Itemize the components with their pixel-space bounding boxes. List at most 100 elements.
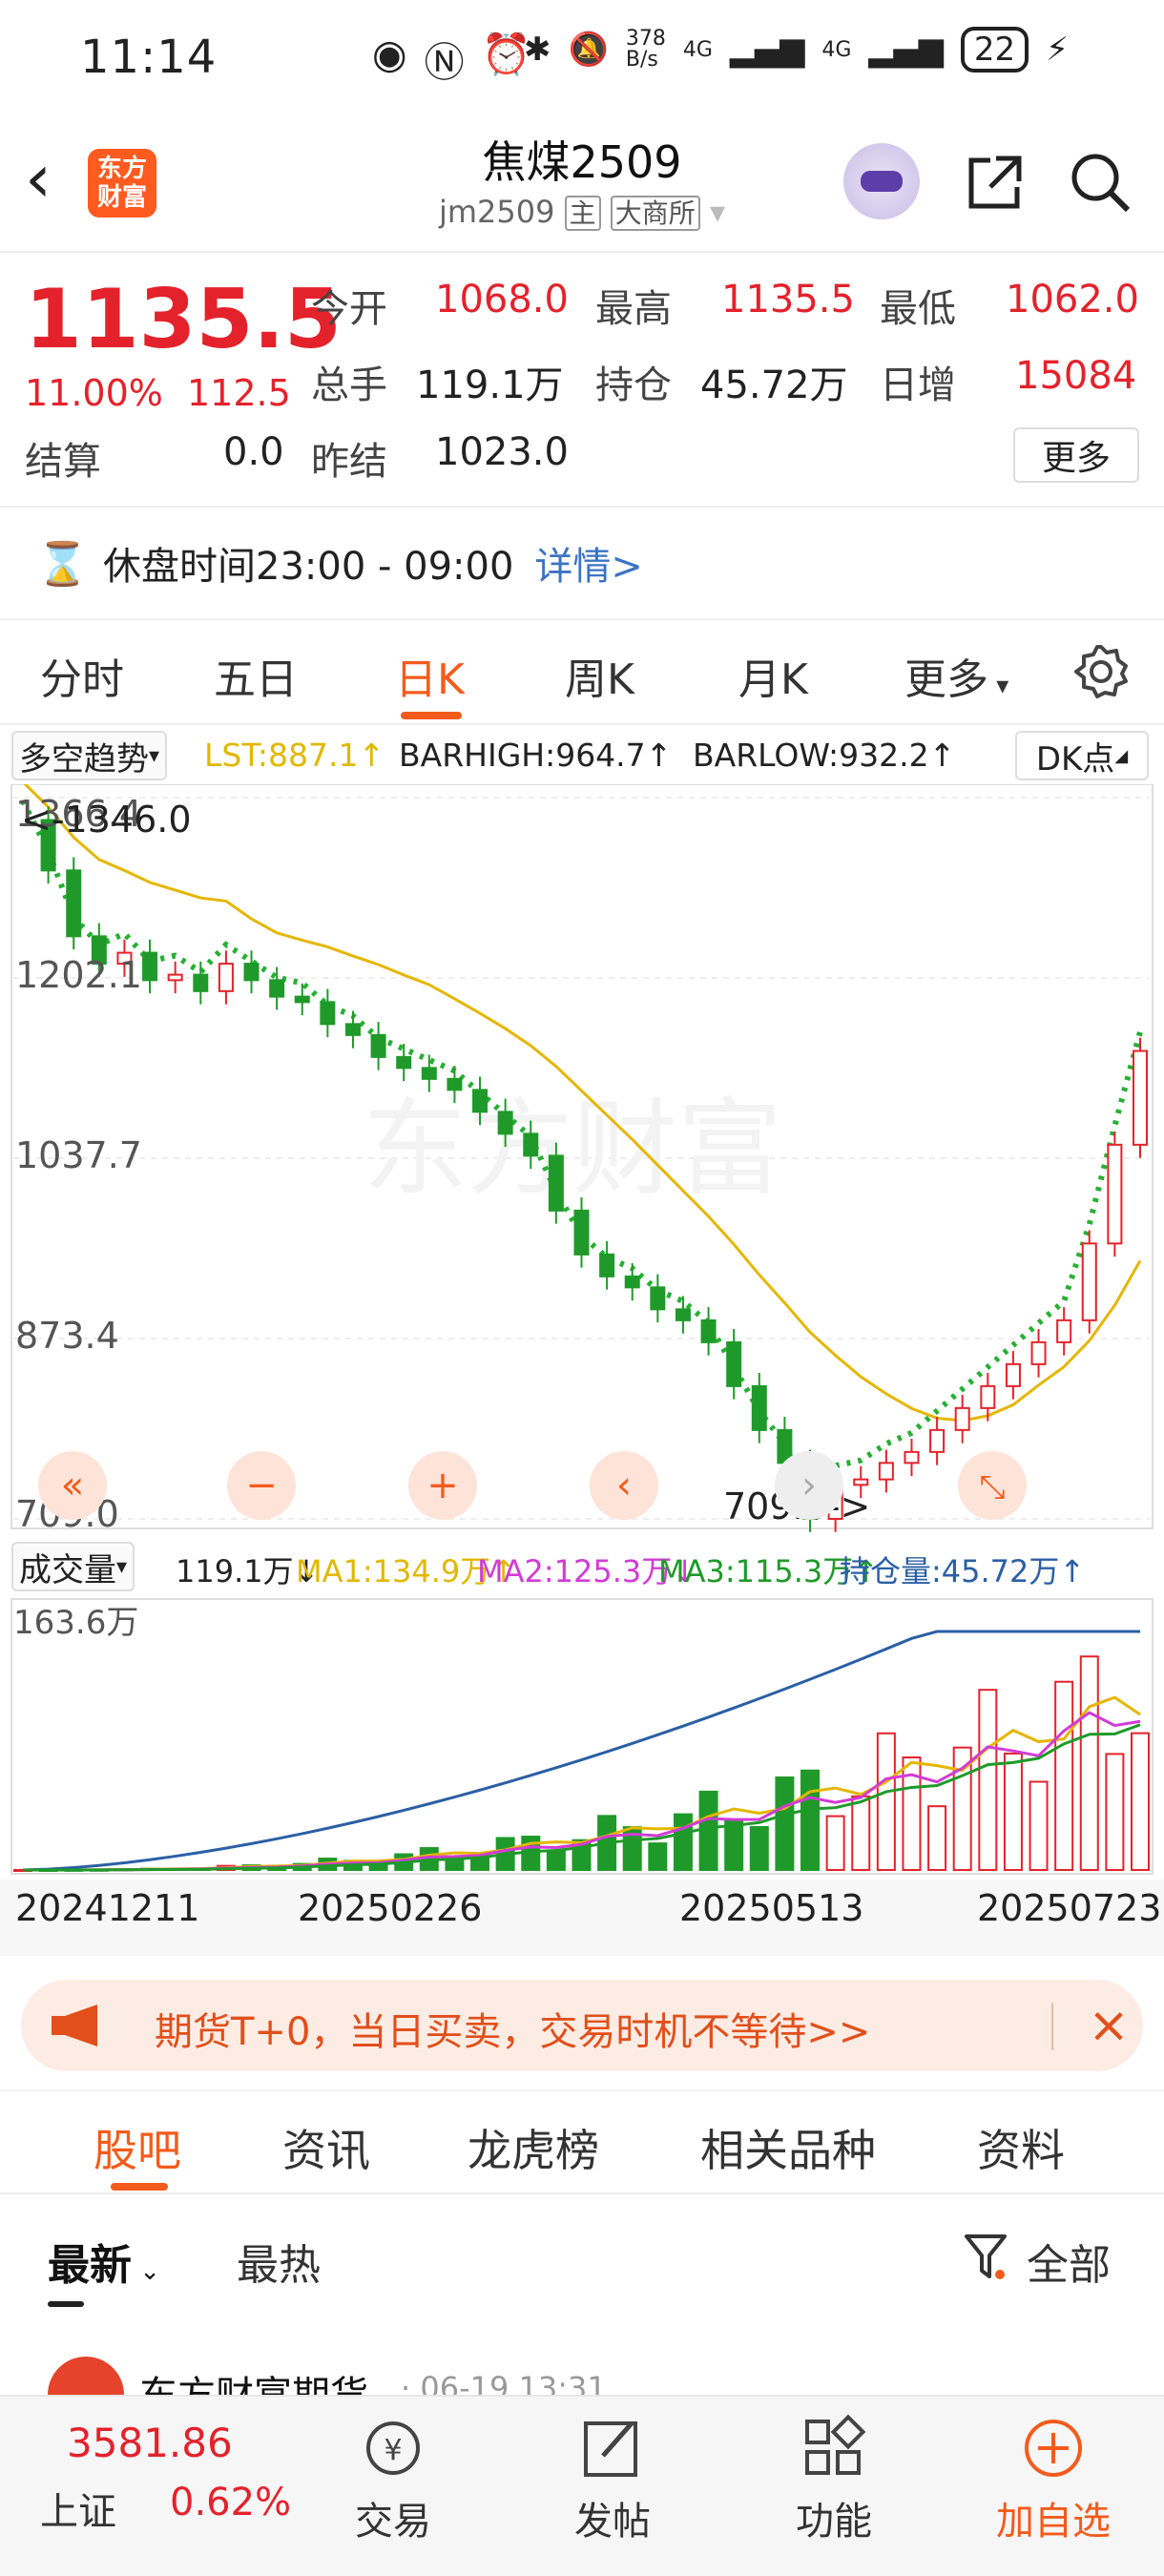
promo-divider bbox=[1051, 2003, 1053, 2050]
candle-body bbox=[980, 1384, 996, 1409]
yuan-exchange-icon: ¥ bbox=[366, 2421, 420, 2475]
volume-bar bbox=[749, 1825, 769, 1871]
status-bar: 11:14 ◉ Ⓝ ⏰ ✱ 🔕 378 B/s 4G ▂▄▆ 4G ▂▄▆ 22 … bbox=[0, 0, 1164, 114]
change-percent: 11.00% bbox=[25, 372, 163, 414]
settle-value: 0.0 bbox=[223, 430, 284, 474]
post-author[interactable]: 东方财富期货 bbox=[139, 2364, 368, 2395]
volume-bar bbox=[927, 1805, 947, 1872]
y-axis-tick-label: 1037.7 bbox=[15, 1134, 142, 1176]
candle-body bbox=[1030, 1340, 1047, 1365]
caret-down-icon[interactable]: ▾ bbox=[710, 194, 725, 230]
index-percent[interactable]: 0.62% bbox=[170, 2481, 291, 2524]
tab-monthly-k[interactable]: 月K bbox=[738, 645, 808, 706]
lst-value: LST:887.1↑ bbox=[204, 737, 385, 774]
volume-max-label: 163.6万 bbox=[13, 1604, 138, 1642]
open-interest-indicator: 持仓量:45.72万↑ bbox=[840, 1553, 1086, 1589]
candle-body bbox=[650, 1286, 666, 1311]
volume-bar bbox=[876, 1732, 896, 1871]
charging-icon: ⚡ bbox=[1046, 31, 1069, 69]
tab-forum[interactable]: 股吧 bbox=[94, 2116, 181, 2179]
close-icon[interactable]: × bbox=[1086, 2001, 1132, 2050]
volume-bar bbox=[724, 1819, 744, 1871]
status-time: 11:14 bbox=[80, 31, 218, 84]
candle-body bbox=[1081, 1242, 1097, 1321]
dk-point-button[interactable]: DK点 ◢ bbox=[1015, 731, 1149, 780]
date-tick-1: 20241211 bbox=[15, 1887, 200, 1929]
tab-daily-k[interactable]: 日K bbox=[395, 645, 465, 706]
mute-bell-icon: 🔕 bbox=[568, 31, 609, 69]
candle-body bbox=[396, 1055, 412, 1070]
post-item[interactable]: 东方财富期货 · 06-19 13:31 bbox=[0, 2318, 1164, 2395]
kline-chart[interactable]: 东方财富 1366.41202.11037.7873.4709.0<-1346.… bbox=[0, 784, 1164, 1540]
volume-bar bbox=[1105, 1753, 1125, 1871]
candle-body bbox=[497, 1111, 513, 1135]
candle-body bbox=[573, 1209, 590, 1256]
candle-body bbox=[472, 1089, 488, 1113]
filter-all[interactable]: 全部 bbox=[1027, 2231, 1111, 2292]
tab-weekly-k[interactable]: 周K bbox=[565, 645, 634, 706]
y-axis-tick-label: 873.4 bbox=[15, 1315, 119, 1357]
volume-value: 119.1万 bbox=[416, 364, 564, 407]
nav-post[interactable]: 发帖 bbox=[546, 2406, 679, 2568]
candle-body bbox=[599, 1253, 615, 1278]
plus-icon: + bbox=[426, 1464, 459, 1507]
search-icon[interactable] bbox=[1067, 149, 1133, 216]
candle-body bbox=[447, 1077, 463, 1091]
date-tick-2: 20250226 bbox=[298, 1887, 483, 1929]
tab-news[interactable]: 资讯 bbox=[282, 2116, 370, 2179]
net-speed: 378 B/s bbox=[625, 27, 666, 72]
candle-body bbox=[167, 973, 183, 982]
nav-functions[interactable]: 功能 bbox=[767, 2406, 901, 2568]
volume-bar bbox=[775, 1776, 795, 1871]
funnel-icon[interactable] bbox=[964, 2233, 1008, 2284]
high-value: 1135.5 bbox=[721, 278, 855, 322]
volume-bar bbox=[698, 1790, 718, 1871]
plus-circle-icon bbox=[1025, 2420, 1082, 2477]
gear-icon[interactable] bbox=[1072, 643, 1130, 700]
max-price-label: <-1346.0 bbox=[21, 799, 192, 841]
volume-label: 总手 bbox=[311, 364, 387, 407]
tab-more[interactable]: 更多 ▾ bbox=[904, 645, 1008, 706]
active-filter-indicator bbox=[48, 2301, 84, 2307]
tab-leaderboard[interactable]: 龙虎榜 bbox=[468, 2116, 599, 2179]
nav-trade[interactable]: ¥ 交易 bbox=[326, 2406, 460, 2568]
y-axis-tick-label: 1202.1 bbox=[15, 954, 142, 996]
tab-profile[interactable]: 资料 bbox=[977, 2116, 1065, 2179]
tab-intraday[interactable]: 分时 bbox=[40, 645, 124, 706]
double-chevron-left-icon: « bbox=[61, 1464, 84, 1507]
candle-body bbox=[421, 1067, 437, 1080]
avatar[interactable] bbox=[48, 2357, 124, 2395]
indicator-bar: 多空趋势 ▾ LST:887.1↑ BARHIGH:964.7↑ BARLOW:… bbox=[0, 727, 1164, 784]
volume-bar bbox=[648, 1842, 668, 1871]
tab-five-day[interactable]: 五日 bbox=[214, 645, 298, 706]
volume-bar bbox=[1131, 1732, 1150, 1871]
candle-body bbox=[218, 963, 234, 992]
more-button[interactable]: 更多 bbox=[1013, 427, 1139, 483]
index-value[interactable]: 3581.86 bbox=[67, 2420, 233, 2466]
eye-icon: ◉ bbox=[372, 31, 407, 77]
open-interest-label: 持仓 bbox=[595, 364, 672, 407]
edit-icon bbox=[584, 2421, 637, 2477]
share-icon[interactable] bbox=[962, 149, 1029, 216]
volume-select[interactable]: 成交量 ▾ bbox=[11, 1542, 135, 1591]
open-label: 今开 bbox=[311, 287, 387, 331]
sort-hot[interactable]: 最热 bbox=[237, 2231, 321, 2292]
index-name[interactable]: 上证 bbox=[40, 2481, 116, 2536]
nav-add-watchlist[interactable]: 加自选 bbox=[987, 2406, 1120, 2568]
date-axis: 20241211 20250226 20250513 20250723 bbox=[0, 1880, 1164, 1956]
grid-icon bbox=[805, 2414, 866, 2475]
notice-detail-link[interactable]: 详情> bbox=[534, 535, 643, 591]
promo-banner[interactable]: 期货T+0，当日买卖，交易时机不等待>> × bbox=[21, 1980, 1143, 2071]
indicator-select[interactable]: 多空趋势 ▾ bbox=[11, 731, 168, 780]
tab-related[interactable]: 相关品种 bbox=[700, 2116, 876, 2179]
signal-1-icon: 4G bbox=[682, 37, 713, 62]
candle-body bbox=[320, 1001, 336, 1026]
sort-latest[interactable]: 最新 ⌄ bbox=[48, 2231, 160, 2292]
date-tick-4: 20250723 bbox=[977, 1887, 1162, 1929]
ai-assistant-avatar[interactable] bbox=[843, 143, 920, 219]
volume-chart[interactable]: 163.6万 bbox=[0, 1593, 1164, 1880]
notice-text: 休盘时间23:00 - 09:00 bbox=[103, 545, 514, 589]
battery-icon: 22 bbox=[960, 27, 1029, 73]
oi-change-value: 15084 bbox=[1015, 354, 1137, 398]
candle-body bbox=[1107, 1143, 1123, 1245]
